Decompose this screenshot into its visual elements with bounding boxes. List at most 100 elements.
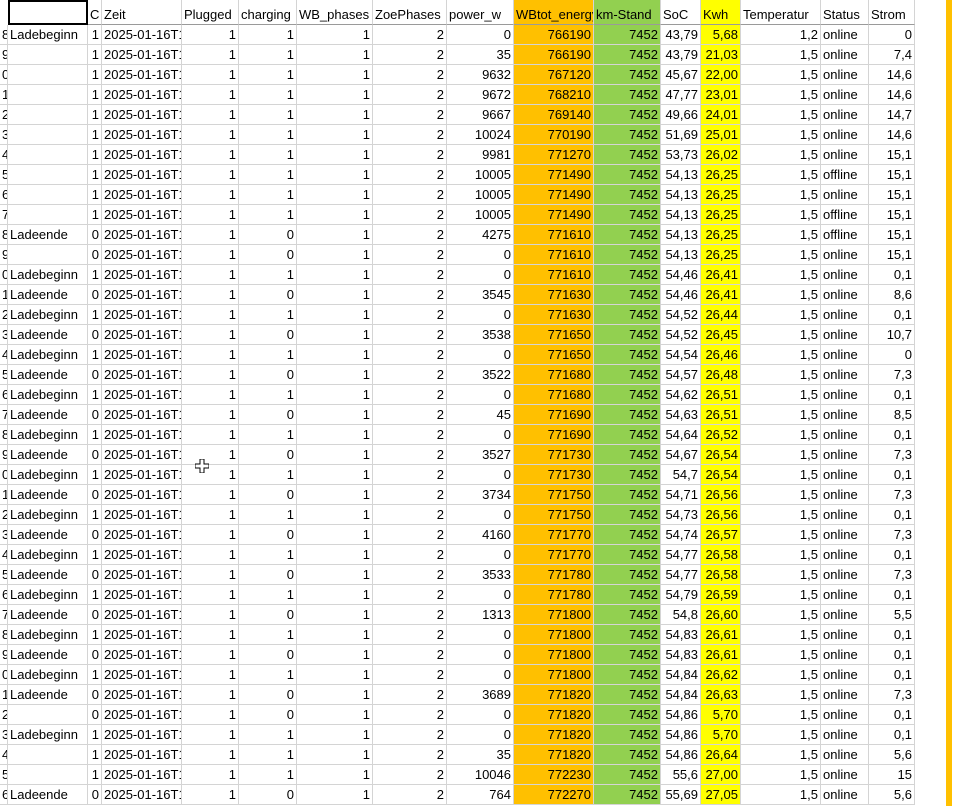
cell-strom[interactable]: 14,6 xyxy=(869,85,915,105)
cell-zeit[interactable]: 2025-01-16T1 xyxy=(102,685,182,705)
cell-c[interactable]: 1 xyxy=(88,45,102,65)
cell-status[interactable]: online xyxy=(821,625,869,645)
cell-c[interactable]: 1 xyxy=(88,205,102,225)
cell-zeit[interactable]: 2025-01-16T1 xyxy=(102,185,182,205)
cell-kwh[interactable]: 26,61 xyxy=(701,645,741,665)
cell-kwh[interactable]: 26,59 xyxy=(701,585,741,605)
cell-kwh[interactable]: 26,41 xyxy=(701,285,741,305)
cell-charging[interactable]: 1 xyxy=(239,345,297,365)
cell-km-stand[interactable]: 7452 xyxy=(594,765,661,785)
header-power-w[interactable]: power_w xyxy=(447,0,514,25)
cell-charging[interactable]: 0 xyxy=(239,285,297,305)
cell-c[interactable]: 1 xyxy=(88,665,102,685)
cell-c[interactable]: 1 xyxy=(88,85,102,105)
cell-km-stand[interactable]: 7452 xyxy=(594,565,661,585)
cell-soc[interactable]: 54,63 xyxy=(661,405,701,425)
cell-temperatur[interactable]: 1,5 xyxy=(741,245,821,265)
cell-c[interactable]: 0 xyxy=(88,245,102,265)
cell-status[interactable]: online xyxy=(821,765,869,785)
cell-soc[interactable]: 54,52 xyxy=(661,325,701,345)
cell-label[interactable]: Ladebeginn xyxy=(8,305,88,325)
cell-charging[interactable]: 0 xyxy=(239,685,297,705)
cell-power-w[interactable]: 9981 xyxy=(447,145,514,165)
cell-zoe-phases[interactable]: 2 xyxy=(373,125,447,145)
cell-plugged[interactable]: 1 xyxy=(182,205,239,225)
cell-temperatur[interactable]: 1,5 xyxy=(741,165,821,185)
cell-row-num[interactable]: 5 xyxy=(0,765,8,785)
cell-zoe-phases[interactable]: 2 xyxy=(373,345,447,365)
cell-zeit[interactable]: 2025-01-16T1 xyxy=(102,85,182,105)
cell-row-num[interactable]: 9 xyxy=(0,445,8,465)
cell-wbtot-energy[interactable]: 771780 xyxy=(514,565,594,585)
cell-wb-phases[interactable]: 1 xyxy=(297,745,373,765)
cell-c[interactable]: 1 xyxy=(88,265,102,285)
cell-strom[interactable]: 0,1 xyxy=(869,545,915,565)
cell-wb-phases[interactable]: 1 xyxy=(297,505,373,525)
cell-kwh[interactable]: 26,58 xyxy=(701,545,741,565)
header-temperatur[interactable]: Temperatur xyxy=(741,0,821,25)
cell-wb-phases[interactable]: 1 xyxy=(297,665,373,685)
cell-c[interactable]: 1 xyxy=(88,585,102,605)
cell-wbtot-energy[interactable]: 771820 xyxy=(514,685,594,705)
cell-wb-phases[interactable]: 1 xyxy=(297,285,373,305)
cell-temperatur[interactable]: 1,5 xyxy=(741,525,821,545)
cell-label[interactable] xyxy=(8,245,88,265)
cell-temperatur[interactable]: 1,5 xyxy=(741,605,821,625)
cell-plugged[interactable]: 1 xyxy=(182,225,239,245)
cell-kwh[interactable]: 26,51 xyxy=(701,405,741,425)
cell-kwh[interactable]: 27,05 xyxy=(701,785,741,805)
cell-row-num[interactable]: 3 xyxy=(0,325,8,345)
cell-wbtot-energy[interactable]: 771800 xyxy=(514,645,594,665)
cell-plugged[interactable]: 1 xyxy=(182,665,239,685)
cell-power-w[interactable]: 3538 xyxy=(447,325,514,345)
cell-soc[interactable]: 54,46 xyxy=(661,285,701,305)
cell-zoe-phases[interactable]: 2 xyxy=(373,545,447,565)
cell-strom[interactable]: 5,6 xyxy=(869,745,915,765)
cell-kwh[interactable]: 26,52 xyxy=(701,425,741,445)
cell-power-w[interactable]: 0 xyxy=(447,305,514,325)
cell-row-num[interactable]: 5 xyxy=(0,165,8,185)
cell-c[interactable]: 0 xyxy=(88,325,102,345)
cell-charging[interactable]: 0 xyxy=(239,485,297,505)
cell-label[interactable]: Ladeende xyxy=(8,225,88,245)
cell-label[interactable]: Ladeende xyxy=(8,685,88,705)
cell-power-w[interactable]: 35 xyxy=(447,745,514,765)
cell-zeit[interactable]: 2025-01-16T1 xyxy=(102,345,182,365)
cell-soc[interactable]: 51,69 xyxy=(661,125,701,145)
cell-wbtot-energy[interactable]: 771690 xyxy=(514,425,594,445)
cell-zoe-phases[interactable]: 2 xyxy=(373,645,447,665)
cell-temperatur[interactable]: 1,5 xyxy=(741,45,821,65)
cell-soc[interactable]: 43,79 xyxy=(661,45,701,65)
cell-plugged[interactable]: 1 xyxy=(182,525,239,545)
cell-wbtot-energy[interactable]: 771750 xyxy=(514,505,594,525)
header-zoe-phases[interactable]: ZoePhases xyxy=(373,0,447,25)
cell-zeit[interactable]: 2025-01-16T1 xyxy=(102,125,182,145)
cell-temperatur[interactable]: 1,5 xyxy=(741,665,821,685)
cell-temperatur[interactable]: 1,5 xyxy=(741,205,821,225)
cell-wb-phases[interactable]: 1 xyxy=(297,705,373,725)
cell-wb-phases[interactable]: 1 xyxy=(297,165,373,185)
cell-zeit[interactable]: 2025-01-16T1 xyxy=(102,785,182,805)
cell-row-num[interactable]: 1 xyxy=(0,685,8,705)
cell-wb-phases[interactable]: 1 xyxy=(297,225,373,245)
cell-temperatur[interactable]: 1,5 xyxy=(741,125,821,145)
cell-power-w[interactable]: 0 xyxy=(447,465,514,485)
cell-zeit[interactable]: 2025-01-16T1 xyxy=(102,265,182,285)
cell-zoe-phases[interactable]: 2 xyxy=(373,325,447,345)
cell-wb-phases[interactable]: 1 xyxy=(297,565,373,585)
cell-km-stand[interactable]: 7452 xyxy=(594,465,661,485)
cell-temperatur[interactable]: 1,5 xyxy=(741,725,821,745)
cell-zeit[interactable]: 2025-01-16T1 xyxy=(102,445,182,465)
cell-power-w[interactable]: 0 xyxy=(447,705,514,725)
cell-zoe-phases[interactable]: 2 xyxy=(373,485,447,505)
cell-power-w[interactable]: 0 xyxy=(447,345,514,365)
cell-strom[interactable]: 0,1 xyxy=(869,465,915,485)
cell-soc[interactable]: 54,84 xyxy=(661,685,701,705)
cell-status[interactable]: online xyxy=(821,265,869,285)
cell-wb-phases[interactable]: 1 xyxy=(297,405,373,425)
cell-strom[interactable]: 7,4 xyxy=(869,45,915,65)
cell-temperatur[interactable]: 1,5 xyxy=(741,585,821,605)
cell-status[interactable]: online xyxy=(821,85,869,105)
cell-temperatur[interactable]: 1,5 xyxy=(741,565,821,585)
cell-label[interactable]: Ladebeginn xyxy=(8,585,88,605)
